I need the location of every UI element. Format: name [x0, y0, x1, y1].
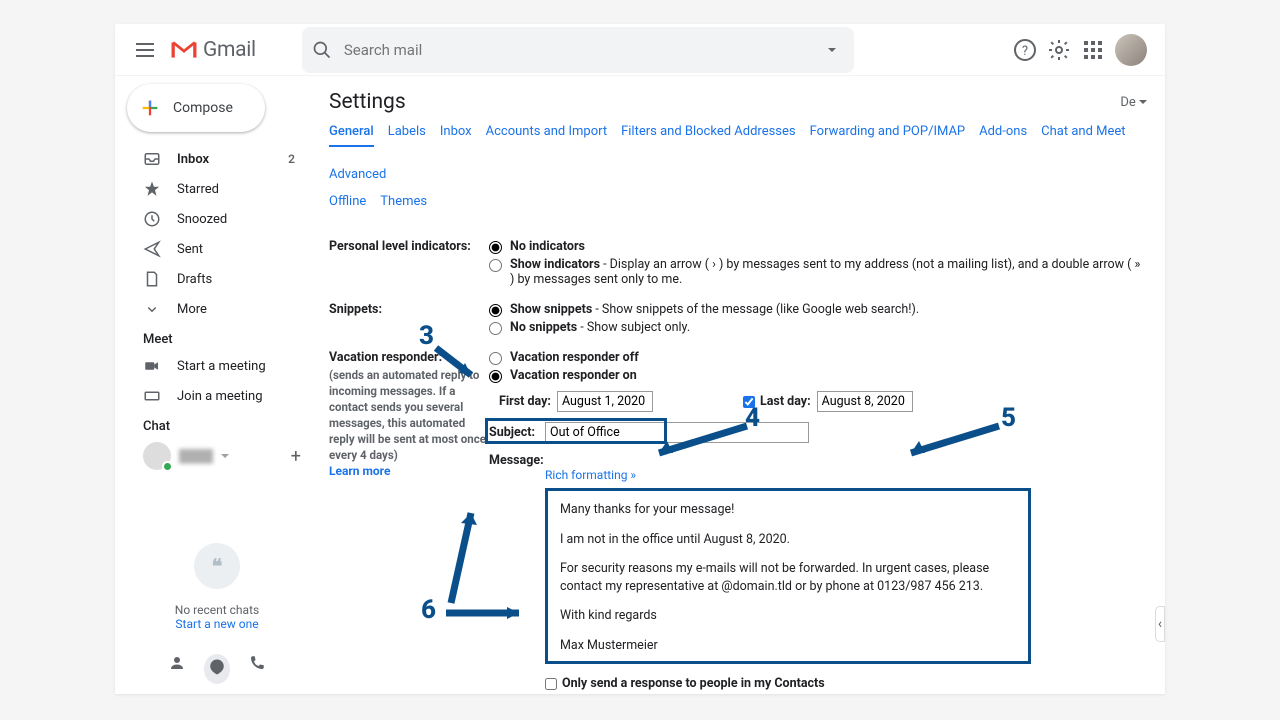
last-day-label: Last day:	[760, 394, 811, 409]
message-textarea[interactable]: Many thanks for your message! I am not i…	[545, 488, 1031, 664]
vacation-learn-more[interactable]: Learn more	[329, 464, 489, 478]
inbox-count: 2	[288, 152, 295, 166]
chat-status-caret[interactable]	[221, 454, 229, 458]
star-icon	[143, 180, 161, 198]
contacts-only-checkbox[interactable]	[545, 678, 557, 690]
rich-formatting-link[interactable]: Rich formatting »	[545, 468, 1147, 482]
pli-label: Personal level indicators:	[329, 239, 489, 290]
language-selector[interactable]: De	[1120, 95, 1147, 110]
header: Gmail ?	[115, 24, 1165, 76]
page-title: Settings	[329, 90, 406, 114]
clock-icon	[143, 210, 161, 228]
chat-section-label: Chat	[123, 411, 311, 438]
pli-no-indicators-radio[interactable]	[489, 241, 502, 254]
tab-addons[interactable]: Add-ons	[979, 118, 1027, 147]
snippets-hide-radio[interactable]	[489, 322, 502, 335]
caret-down-icon	[828, 48, 836, 52]
account-avatar[interactable]	[1115, 34, 1147, 66]
gmail-m-icon	[171, 40, 197, 60]
chat-self-name: ████	[179, 449, 213, 463]
tab-advanced[interactable]: Advanced	[329, 161, 386, 188]
gear-icon	[1047, 38, 1071, 62]
snippets-label: Snippets:	[329, 302, 489, 338]
sidebar-footer	[123, 644, 311, 694]
first-day-label: First day:	[499, 394, 551, 409]
last-day-input[interactable]	[817, 391, 913, 412]
settings-button[interactable]	[1047, 38, 1071, 62]
tab-general[interactable]: General	[329, 118, 374, 147]
last-day-checkbox[interactable]	[743, 396, 755, 408]
caret-down-icon	[1139, 100, 1147, 104]
vacation-label: Vacation responder:	[329, 350, 489, 365]
apps-grid-icon	[1084, 41, 1102, 59]
person-icon[interactable]	[168, 654, 186, 672]
presence-indicator	[162, 461, 173, 472]
plus-icon	[139, 97, 161, 119]
gmail-logo[interactable]: Gmail	[171, 38, 256, 62]
settings-content: Personal level indicators: No indicators…	[311, 225, 1165, 694]
vacation-description: (sends an automated reply to incoming me…	[329, 367, 489, 464]
chat-self-row[interactable]: ████ +	[123, 438, 311, 474]
tab-themes[interactable]: Themes	[380, 188, 427, 215]
chevron-down-icon	[143, 300, 161, 318]
main-panel: Settings De General Labels Inbox Account…	[311, 76, 1165, 694]
apps-button[interactable]	[1081, 38, 1105, 62]
search-icon	[312, 40, 332, 60]
video-icon	[143, 357, 161, 375]
chat-bubble-icon: ❝	[194, 543, 240, 589]
search-options-button[interactable]	[820, 38, 844, 62]
subject-input[interactable]	[545, 422, 809, 443]
svg-text:?: ?	[1022, 44, 1028, 59]
file-icon	[143, 270, 161, 288]
tab-filters[interactable]: Filters and Blocked Addresses	[621, 118, 796, 147]
sidebar-item-snoozed[interactable]: Snoozed	[123, 204, 311, 234]
chat-start-link[interactable]: Start a new one	[175, 617, 258, 631]
sidebar: Compose Inbox 2 Starred Snoozed Sent	[115, 76, 311, 694]
hamburger-icon	[136, 43, 154, 57]
tab-labels[interactable]: Labels	[388, 118, 426, 147]
vacation-off-radio[interactable]	[489, 352, 502, 365]
contacts-only-label: Only send a response to people in my Con…	[562, 676, 825, 691]
phone-icon[interactable]	[248, 654, 266, 672]
help-icon: ?	[1013, 38, 1037, 62]
tab-offline[interactable]: Offline	[329, 188, 366, 215]
app-window: Gmail ? Compose Inbox 2	[115, 24, 1165, 694]
support-button[interactable]: ?	[1013, 38, 1037, 62]
sidebar-item-more[interactable]: More	[123, 294, 311, 324]
new-chat-button[interactable]: +	[291, 446, 301, 467]
sidebar-item-inbox[interactable]: Inbox 2	[123, 144, 311, 174]
tab-inbox[interactable]: Inbox	[440, 118, 472, 147]
subject-label: Subject:	[489, 425, 545, 440]
send-icon	[143, 240, 161, 258]
vacation-on-radio[interactable]	[489, 370, 502, 383]
hangouts-icon[interactable]	[204, 654, 230, 684]
chat-empty-state: ❝ No recent chats Start a new one	[123, 530, 311, 644]
tab-forwarding[interactable]: Forwarding and POP/IMAP	[810, 118, 966, 147]
sidebar-item-drafts[interactable]: Drafts	[123, 264, 311, 294]
search-bar[interactable]	[302, 27, 854, 73]
keyboard-icon	[143, 387, 161, 405]
pli-show-indicators-radio[interactable]	[489, 259, 502, 272]
snippets-show-radio[interactable]	[489, 304, 502, 317]
meet-section-label: Meet	[123, 324, 311, 351]
tab-chat-meet[interactable]: Chat and Meet	[1041, 118, 1125, 147]
settings-tabs: General Labels Inbox Accounts and Import…	[311, 118, 1165, 188]
sidebar-item-starred[interactable]: Starred	[123, 174, 311, 204]
message-label: Message:	[489, 453, 1147, 468]
search-input[interactable]	[344, 41, 820, 59]
first-day-input[interactable]	[557, 391, 653, 412]
compose-button[interactable]: Compose	[127, 84, 265, 132]
compose-label: Compose	[173, 100, 233, 116]
chat-avatar	[143, 442, 171, 470]
inbox-icon	[143, 150, 161, 168]
sidebar-item-join-meeting[interactable]: Join a meeting	[123, 381, 311, 411]
main-menu-button[interactable]	[123, 28, 167, 72]
side-panel-toggle[interactable]	[1155, 606, 1165, 642]
tab-accounts[interactable]: Accounts and Import	[486, 118, 607, 147]
sidebar-item-start-meeting[interactable]: Start a meeting	[123, 351, 311, 381]
product-name: Gmail	[203, 38, 256, 62]
chat-empty-text: No recent chats	[175, 603, 259, 617]
header-actions: ?	[1013, 34, 1157, 66]
sidebar-item-sent[interactable]: Sent	[123, 234, 311, 264]
